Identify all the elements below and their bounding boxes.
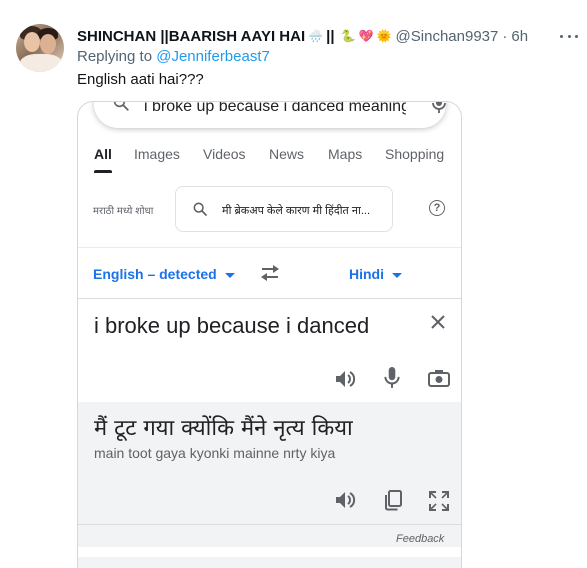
source-language-select[interactable]: English – detected — [93, 266, 235, 282]
heart-emoji: 💖 — [358, 29, 374, 43]
mic-icon[interactable] — [384, 367, 400, 389]
search-query[interactable]: i broke up because i danced meaning — [144, 102, 406, 116]
chevron-down-icon — [224, 272, 235, 278]
tweet-media-image[interactable]: i broke up because i danced meaning All … — [77, 101, 462, 568]
more-dot — [575, 34, 578, 38]
avatar-face-right — [40, 34, 56, 54]
speaker-icon[interactable] — [334, 369, 356, 389]
tweet-header: SHINCHAN ||BAARISH AAYI HAI 🌧️ || 🐍 💖 🌞 … — [77, 26, 528, 46]
speaker-icon[interactable] — [334, 490, 356, 510]
feedback-link[interactable]: Feedback — [396, 533, 444, 545]
replying-to: Replying to @Jenniferbeast7 — [77, 48, 270, 65]
help-icon[interactable]: ? — [429, 200, 445, 216]
camera-icon[interactable] — [428, 369, 450, 387]
google-search-bar[interactable]: i broke up because i danced meaning — [94, 101, 446, 128]
rain-cloud-emoji: 🌧️ — [308, 29, 324, 43]
tab-videos[interactable]: Videos — [203, 146, 246, 162]
translated-text: मैं टूट गया क्योंकि मैंने नृत्य किया — [94, 416, 353, 441]
more-dot — [567, 34, 571, 38]
search-tabs: All Images Videos News Maps Shopping — [78, 146, 461, 173]
swap-icon[interactable] — [259, 264, 281, 282]
target-language-label: Hindi — [349, 266, 384, 282]
divider — [78, 524, 461, 525]
tab-shopping[interactable]: Shopping — [385, 146, 444, 162]
avatar-clothes — [20, 54, 62, 72]
more-dot — [560, 34, 563, 38]
marathi-search-label: मराठी मध्ये शोधा — [93, 206, 154, 217]
source-language-label: English – detected — [93, 266, 217, 282]
tab-maps[interactable]: Maps — [328, 146, 362, 162]
tweet: SHINCHAN ||BAARISH AAYI HAI 🌧️ || 🐍 💖 🌞 … — [0, 0, 587, 568]
tweet-text: English aati hai??? — [77, 71, 204, 88]
source-text[interactable]: i broke up because i danced — [94, 313, 369, 339]
replying-to-link[interactable]: @Jenniferbeast7 — [156, 48, 270, 65]
display-name[interactable]: SHINCHAN ||BAARISH AAYI HAI — [77, 28, 305, 45]
tab-news[interactable]: News — [269, 146, 304, 162]
fullscreen-icon[interactable] — [428, 490, 450, 512]
bottom-strip — [78, 557, 461, 568]
avatar[interactable] — [16, 24, 64, 72]
sun-emoji: 🌞 — [376, 29, 392, 43]
user-handle[interactable]: @Sinchan9937 — [396, 28, 499, 45]
active-tab-indicator — [94, 170, 112, 173]
more-icon[interactable] — [560, 28, 578, 44]
tab-all[interactable]: All — [94, 146, 112, 162]
language-bar: English – detected Hindi — [78, 248, 461, 298]
name-separator: || — [326, 27, 335, 45]
translate-output-area: मैं टूट गया क्योंकि मैंने नृत्य किया mai… — [78, 402, 461, 547]
avatar-face-left — [24, 32, 40, 52]
copy-icon[interactable] — [383, 489, 403, 511]
mic-icon[interactable] — [432, 101, 446, 114]
target-language-select[interactable]: Hindi — [349, 266, 402, 282]
replying-prefix: Replying to — [77, 48, 153, 65]
timestamp[interactable]: 6h — [511, 28, 528, 45]
translate-input-area[interactable]: i broke up because i danced — [78, 299, 461, 402]
close-icon[interactable] — [429, 313, 447, 331]
search-icon — [113, 102, 129, 111]
tab-images[interactable]: Images — [134, 146, 180, 162]
search-icon — [193, 202, 207, 216]
marathi-query: मी ब्रेकअप केले कारण मी हिंदीत ना... — [222, 205, 370, 217]
chevron-down-icon — [392, 272, 402, 278]
snake-emoji: 🐍 — [340, 29, 356, 43]
dot-separator: · — [502, 27, 508, 45]
transliteration: main toot gaya kyonki mainne nrty kiya — [94, 445, 336, 461]
marathi-search-suggestion[interactable]: मी ब्रेकअप केले कारण मी हिंदीत ना... — [175, 186, 393, 232]
